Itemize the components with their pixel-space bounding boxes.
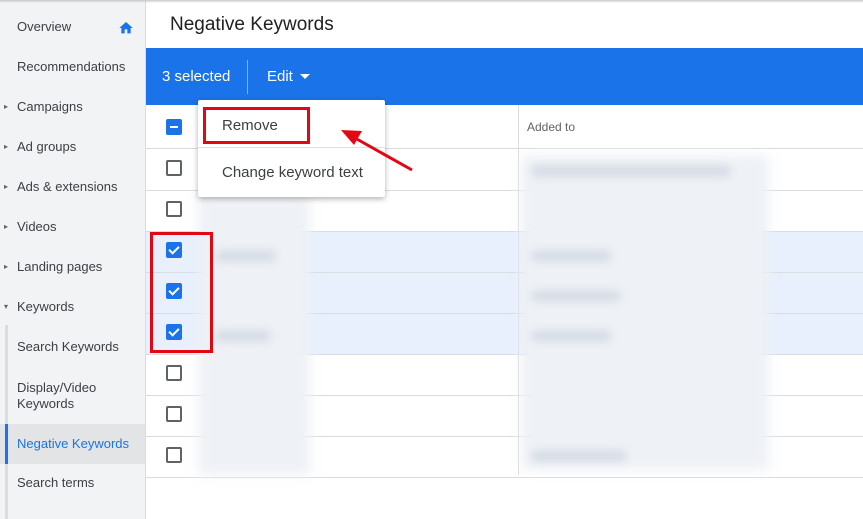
select-all-checkbox[interactable] (166, 119, 182, 135)
sidebar-item-label: Videos (17, 219, 57, 234)
sidebar-item-label: Search Keywords (17, 339, 119, 354)
menu-divider (198, 147, 385, 148)
annotation-box-remove (203, 107, 310, 144)
row-checkbox[interactable] (166, 160, 182, 176)
home-icon[interactable] (118, 20, 134, 36)
annotation-box-checkboxes (150, 232, 213, 353)
selection-toolbar: 3 selected Edit (146, 48, 863, 105)
sidebar-item-campaigns[interactable]: ▸ Campaigns (0, 99, 145, 115)
row-checkbox[interactable] (166, 406, 182, 422)
menu-item-change-keyword-text[interactable]: Change keyword text (198, 152, 385, 192)
redacted-text (531, 165, 731, 177)
selected-count: 3 selected (162, 68, 231, 85)
sidebar-item-recommendations[interactable]: Recommendations (0, 59, 145, 75)
sidebar-item-display-video-keywords[interactable]: Display/Video Keywords (0, 379, 145, 413)
sidebar-item-ad-groups[interactable]: ▸ Ad groups (0, 139, 145, 155)
sidebar-item-label: Recommendations (17, 59, 126, 74)
row-checkbox[interactable] (166, 201, 182, 217)
redacted-text (531, 330, 611, 342)
sidebar-item-label: Search terms (17, 475, 95, 490)
sidebar-item-videos[interactable]: ▸ Videos (0, 219, 145, 235)
sidebar-item-label: Campaigns (17, 99, 83, 114)
sidebar-item-label: Display/Video Keywords (17, 380, 97, 411)
sidebar-item-label: Overview (17, 19, 72, 34)
sidebar-item-label: Ad groups (17, 139, 77, 154)
caret-right-icon: ▸ (4, 102, 9, 111)
sidebar-item-ads-extensions[interactable]: ▸ Ads & extensions (0, 179, 145, 195)
page-title: Negative Keywords (170, 14, 334, 35)
sidebar: Overview Recommendations ▸ Campaigns ▸ A… (0, 0, 146, 519)
caret-right-icon: ▸ (4, 182, 9, 191)
caret-down-icon: ▾ (4, 302, 9, 311)
sidebar-item-landing-pages[interactable]: ▸ Landing pages (0, 259, 145, 275)
sidebar-item-label: Landing pages (17, 259, 103, 274)
caret-right-icon: ▸ (4, 222, 9, 231)
sidebar-item-label: Negative Keywords (17, 436, 129, 451)
redacted-text (216, 330, 271, 342)
top-shadow (0, 0, 863, 3)
edit-label: Edit (267, 68, 293, 85)
redacted-text (216, 250, 276, 262)
redacted-added-to (521, 155, 769, 470)
sidebar-item-keywords[interactable]: ▾ Keywords (0, 299, 145, 315)
sidebar-item-label: Keywords (17, 299, 75, 314)
sidebar-item-negative-keywords[interactable]: Negative Keywords (0, 424, 145, 464)
edit-button[interactable]: Edit (267, 68, 310, 85)
dropdown-arrow-icon (299, 74, 310, 79)
redacted-text (531, 250, 611, 262)
column-header-added-to[interactable]: Added to (527, 120, 575, 134)
row-checkbox[interactable] (166, 365, 182, 381)
caret-right-icon: ▸ (4, 262, 9, 271)
caret-right-icon: ▸ (4, 142, 9, 151)
column-divider (518, 105, 519, 475)
active-indicator (5, 424, 8, 464)
redacted-text (531, 450, 626, 462)
redacted-text (531, 290, 621, 302)
sidebar-item-search-keywords[interactable]: Search Keywords (0, 339, 145, 355)
sidebar-item-search-terms[interactable]: Search terms (0, 475, 145, 491)
row-checkbox[interactable] (166, 447, 182, 463)
sidebar-item-label: Ads & extensions (17, 179, 118, 194)
toolbar-divider (247, 60, 248, 94)
